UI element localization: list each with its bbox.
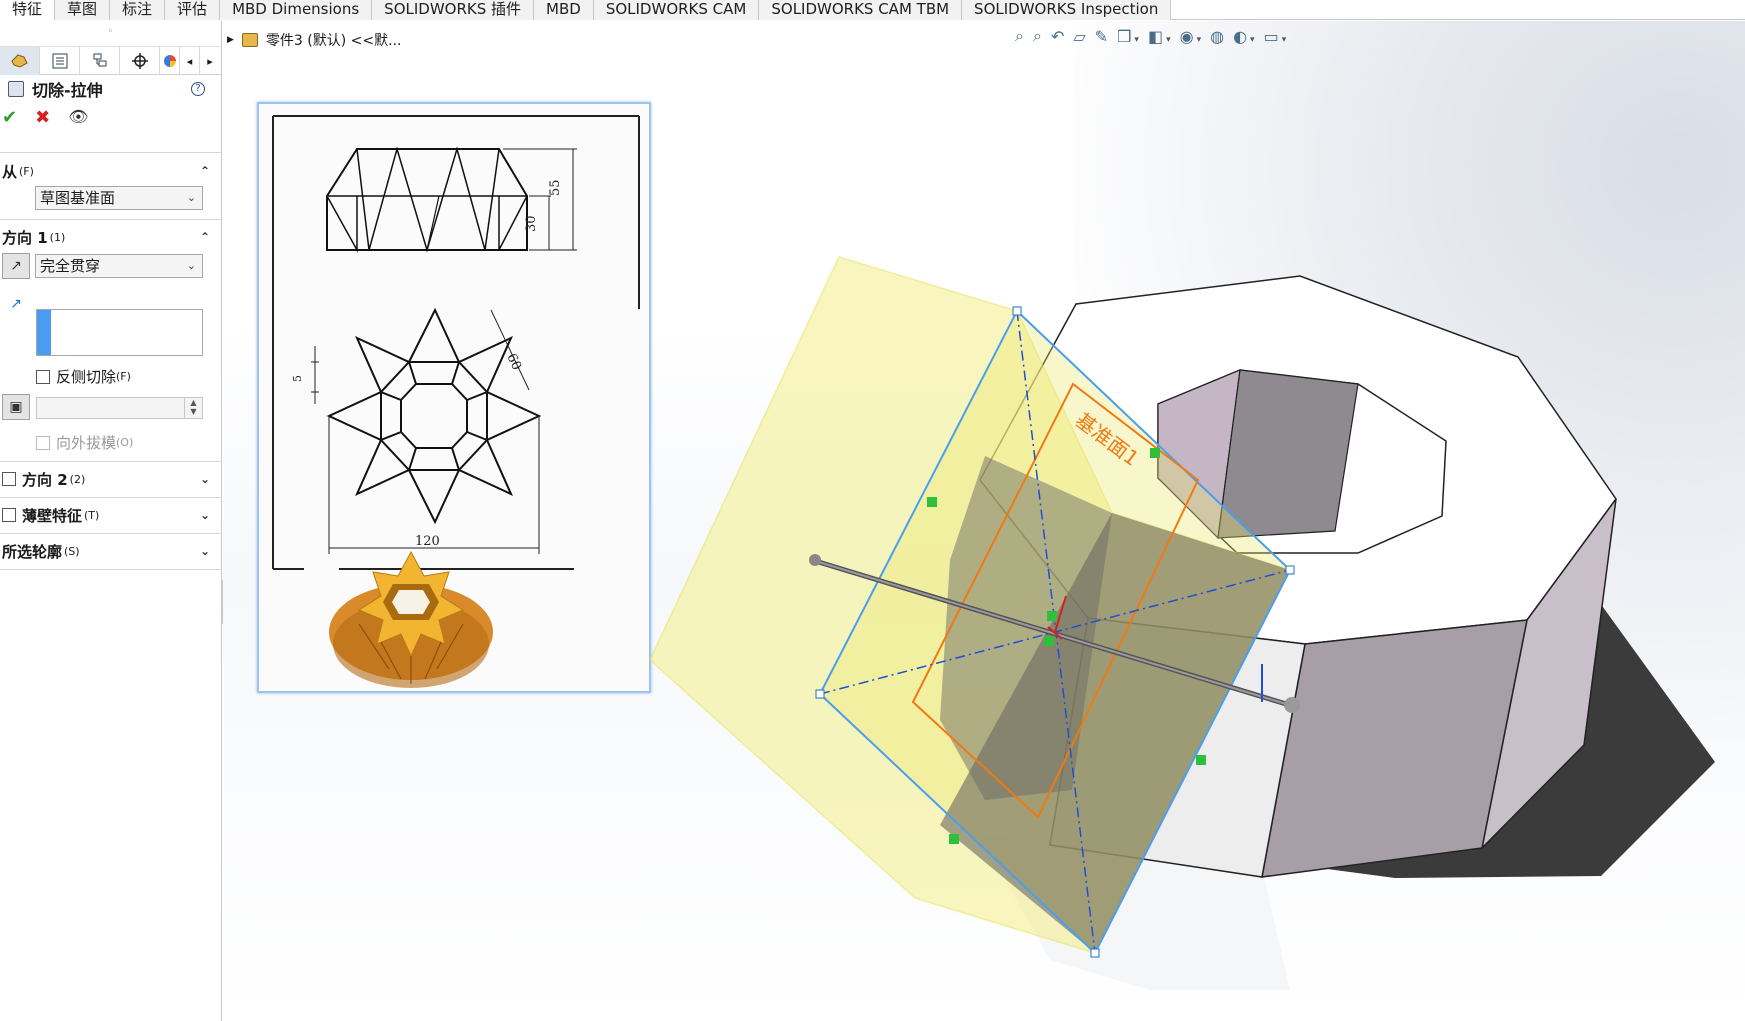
model-scene: 基准面1 <box>649 256 1715 990</box>
